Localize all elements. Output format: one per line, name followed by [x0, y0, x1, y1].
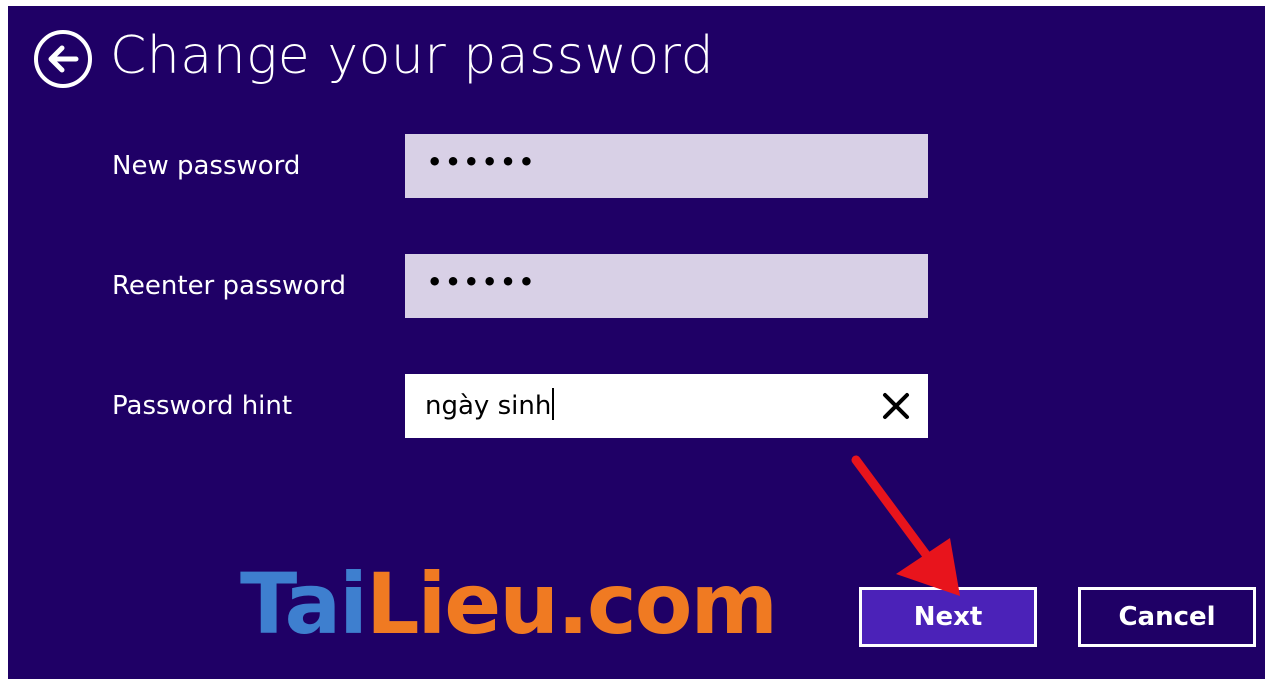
reenter-password-label: Reenter password [112, 271, 346, 301]
password-hint-field[interactable]: ngày sinh [405, 374, 928, 438]
cancel-button[interactable]: Cancel [1078, 587, 1256, 647]
new-password-value: •••••• [427, 148, 538, 176]
clear-hint-button[interactable] [878, 388, 914, 424]
annotation-arrow [838, 446, 998, 616]
watermark-logo: TaiLieu.com [240, 562, 778, 646]
change-password-dialog: Change your password New password ••••••… [8, 6, 1265, 679]
watermark-part-4: .com [557, 555, 778, 653]
password-hint-value: ngày sinh [425, 391, 552, 421]
password-hint-label: Password hint [112, 391, 293, 421]
back-arrow-circle-icon [34, 30, 92, 88]
red-arrow-icon [851, 455, 960, 596]
page-title: Change your password [110, 26, 715, 86]
back-button[interactable] [32, 28, 94, 90]
watermark-part-2: ai [284, 555, 367, 653]
watermark-part-1: T [240, 555, 287, 653]
reenter-password-value: •••••• [427, 268, 538, 296]
text-caret [552, 388, 555, 420]
close-icon [883, 393, 909, 419]
password-hint-value-wrap: ngày sinh [425, 388, 555, 421]
watermark-part-3: Lieu [365, 555, 559, 653]
new-password-field[interactable]: •••••• [405, 134, 928, 198]
reenter-password-field[interactable]: •••••• [405, 254, 928, 318]
new-password-label: New password [112, 151, 301, 181]
